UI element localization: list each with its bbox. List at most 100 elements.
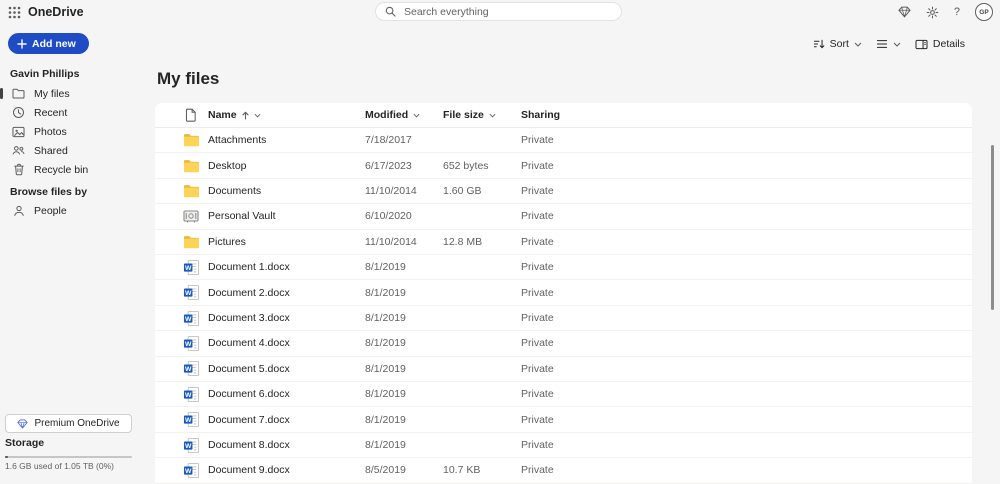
file-sharing-status: Private xyxy=(521,362,554,375)
file-name: Document 6.docx xyxy=(208,388,290,401)
chevron-down-icon xyxy=(489,113,496,118)
svg-text:W: W xyxy=(184,366,191,373)
sidebar-nav-item[interactable]: Recent xyxy=(0,103,152,122)
file-size: 12.8 MB xyxy=(443,235,483,248)
plus-icon xyxy=(17,38,27,49)
sidebar-nav-item[interactable]: Shared xyxy=(0,141,152,160)
file-sharing-status: Private xyxy=(521,439,554,452)
file-sharing-status: Private xyxy=(521,337,554,350)
details-button[interactable]: Details xyxy=(915,38,965,50)
svg-text:W: W xyxy=(184,443,191,450)
view-options-button[interactable] xyxy=(876,39,901,49)
table-row[interactable]: W Document 4.docx 8/1/2019 Private xyxy=(155,331,972,357)
table-row[interactable]: Pictures 11/10/2014 12.8 MB Private xyxy=(155,230,972,256)
file-modified-date: 11/10/2014 xyxy=(365,235,417,248)
table-row[interactable]: Attachments 7/18/2017 Private xyxy=(155,128,972,154)
file-name: Attachments xyxy=(208,134,267,147)
word-icon: W xyxy=(181,360,201,377)
file-modified-date: 8/1/2019 xyxy=(365,362,406,375)
file-sharing-status: Private xyxy=(521,261,554,274)
file-size: 1.60 GB xyxy=(443,185,482,198)
column-header-name[interactable]: Name xyxy=(201,109,365,121)
folder-icon xyxy=(181,159,201,173)
file-name: Document 1.docx xyxy=(208,261,290,274)
sidebar-item-label: Recycle bin xyxy=(34,163,89,176)
file-name: Document 8.docx xyxy=(208,439,290,452)
sort-ascending-arrow-icon xyxy=(242,111,249,120)
folder-icon xyxy=(181,235,201,249)
sidebar-item-label: People xyxy=(34,204,67,217)
search-input[interactable] xyxy=(402,4,612,19)
command-bar: Sort Details xyxy=(813,36,965,52)
table-row[interactable]: W Document 6.docx 8/1/2019 Private xyxy=(155,382,972,408)
vertical-scrollbar[interactable] xyxy=(991,145,994,310)
word-icon: W xyxy=(181,284,201,301)
file-modified-date: 8/1/2019 xyxy=(365,413,406,426)
table-row[interactable]: Desktop 6/17/2023 652 bytes Private xyxy=(155,153,972,179)
sidebar-nav-item[interactable]: People xyxy=(0,201,152,220)
table-row[interactable]: W Document 8.docx 8/1/2019 Private xyxy=(155,433,972,459)
sidebar-nav-item[interactable]: Recycle bin xyxy=(0,160,152,179)
table-row[interactable]: Personal Vault 6/10/2020 Private xyxy=(155,204,972,230)
table-row[interactable]: W Document 5.docx 8/1/2019 Private xyxy=(155,357,972,383)
table-row[interactable]: W Document 2.docx 8/1/2019 Private xyxy=(155,280,972,306)
table-row[interactable]: W Document 9.docx 8/5/2019 10.7 KB Priva… xyxy=(155,458,972,484)
column-header-modified[interactable]: Modified xyxy=(365,109,443,121)
word-icon: W xyxy=(181,386,201,403)
file-name: Document 3.docx xyxy=(208,312,290,325)
sidebar-browse-nav: People xyxy=(0,201,152,220)
file-modified-date: 8/1/2019 xyxy=(365,388,406,401)
file-name: Document 5.docx xyxy=(208,362,290,375)
account-avatar[interactable]: GP xyxy=(975,3,993,21)
diamond-icon xyxy=(17,418,29,429)
file-name: Document 9.docx xyxy=(208,464,290,477)
file-sharing-status: Private xyxy=(521,286,554,299)
svg-text:W: W xyxy=(184,341,191,348)
file-list-panel: Name Modified File size Sharing Attachme… xyxy=(155,103,972,484)
file-type-column-icon xyxy=(181,108,201,122)
table-row[interactable]: W Document 3.docx 8/1/2019 Private xyxy=(155,306,972,332)
svg-text:W: W xyxy=(184,265,191,272)
details-pane-icon xyxy=(915,39,928,50)
chevron-down-icon xyxy=(893,42,901,47)
help-icon[interactable]: ? xyxy=(954,6,960,18)
browse-files-by-heading: Browse files by xyxy=(10,186,88,198)
file-sharing-status: Private xyxy=(521,312,554,325)
storage-used-indicator xyxy=(5,456,8,458)
column-header-sharing[interactable]: Sharing xyxy=(521,109,972,121)
file-name: Document 2.docx xyxy=(208,286,290,299)
person-icon xyxy=(12,205,25,217)
storage-usage-text: 1.6 GB used of 1.05 TB (0%) xyxy=(5,461,114,471)
add-new-button[interactable]: Add new xyxy=(8,33,89,54)
chevron-down-icon xyxy=(254,113,261,118)
sidebar-nav-item[interactable]: Photos xyxy=(0,122,152,141)
file-modified-date: 6/17/2023 xyxy=(365,159,412,172)
file-sharing-status: Private xyxy=(521,134,554,147)
sidebar-nav-item[interactable]: My files xyxy=(0,84,152,103)
svg-text:W: W xyxy=(184,392,191,399)
column-header-file-size[interactable]: File size xyxy=(443,109,521,121)
file-name: Desktop xyxy=(208,159,247,172)
settings-gear-icon[interactable] xyxy=(926,6,939,19)
app-launcher-icon[interactable] xyxy=(8,6,24,22)
svg-text:W: W xyxy=(184,468,191,475)
table-row[interactable]: W Document 1.docx 8/1/2019 Private xyxy=(155,255,972,281)
folder-icon xyxy=(181,184,201,198)
file-modified-date: 8/1/2019 xyxy=(365,286,406,299)
premium-diamond-icon[interactable] xyxy=(898,6,911,18)
word-icon: W xyxy=(181,437,201,454)
table-row[interactable]: W Document 7.docx 8/1/2019 Private xyxy=(155,407,972,433)
word-icon: W xyxy=(181,411,201,428)
premium-onedrive-button[interactable]: Premium OneDrive xyxy=(5,414,132,433)
search-box[interactable] xyxy=(375,2,622,21)
file-modified-date: 11/10/2014 xyxy=(365,185,417,198)
chevron-down-icon xyxy=(413,113,420,118)
storage-heading: Storage xyxy=(5,437,45,449)
file-name: Personal Vault xyxy=(208,210,276,223)
search-icon xyxy=(385,6,396,17)
file-modified-date: 8/1/2019 xyxy=(365,439,406,452)
sort-button[interactable]: Sort xyxy=(813,38,862,50)
file-modified-date: 6/10/2020 xyxy=(365,210,412,223)
file-sharing-status: Private xyxy=(521,388,554,401)
table-row[interactable]: Documents 11/10/2014 1.60 GB Private xyxy=(155,179,972,205)
